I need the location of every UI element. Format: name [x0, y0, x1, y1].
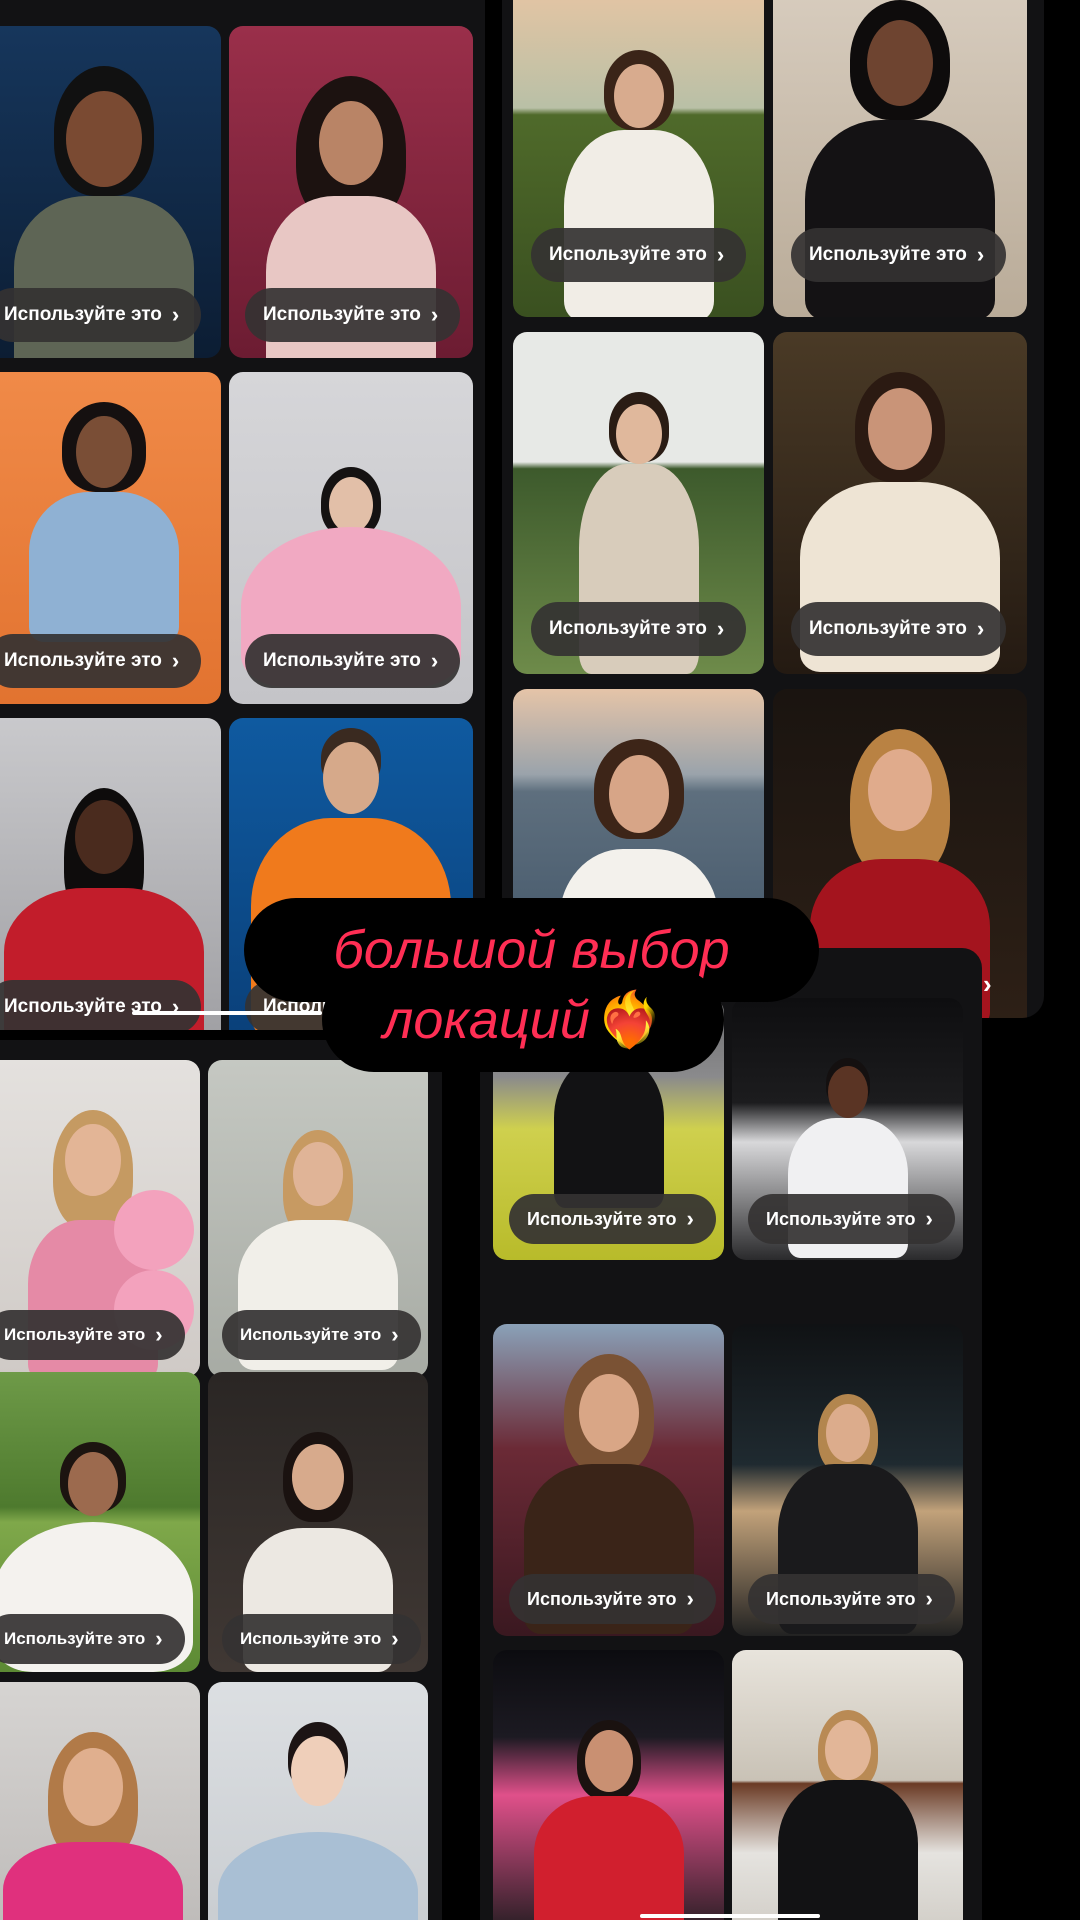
chevron-right-icon: ›: [976, 616, 985, 641]
photo-card-flower-wall[interactable]: [0, 1682, 200, 1920]
photo-card-blue-bow[interactable]: [208, 1682, 428, 1920]
chevron-right-icon: ›: [925, 1206, 933, 1231]
photo-card-black-dress[interactable]: Используйте это ›: [773, 0, 1027, 317]
use-this-button[interactable]: Используйте это ›: [245, 288, 461, 342]
use-this-button[interactable]: Используйте это ›: [509, 1574, 716, 1624]
use-this-button[interactable]: Используйте это ›: [222, 1614, 421, 1664]
photo-card-car-door[interactable]: Используйте это ›: [732, 1324, 963, 1636]
photo-subject: [773, 1710, 923, 1920]
chevron-right-icon: ›: [686, 1206, 694, 1231]
photo-card-trench-coat[interactable]: Используйте это ›: [513, 332, 764, 674]
chevron-right-icon: ›: [171, 302, 180, 327]
use-this-button[interactable]: Используйте это ›: [748, 1194, 955, 1244]
photo-card-cake[interactable]: Используйте это ›: [208, 1372, 428, 1672]
chevron-right-icon: ›: [430, 302, 439, 327]
chevron-right-icon[interactable]: ›: [983, 969, 992, 1000]
chevron-right-icon: ›: [391, 1626, 399, 1651]
use-this-label: Используйте это: [4, 1629, 146, 1648]
photo-card-orange[interactable]: Используйте это ›: [0, 372, 221, 704]
use-this-label: Используйте это: [4, 650, 162, 671]
chevron-right-icon: ›: [686, 1586, 694, 1611]
chevron-right-icon: ›: [155, 1322, 163, 1347]
photo-card-white-car[interactable]: [732, 1650, 963, 1920]
photo-card-pink-suit[interactable]: Используйте это ›: [229, 26, 473, 358]
photo-card-balloons[interactable]: Используйте это ›: [0, 1060, 200, 1377]
chevron-right-icon: ›: [171, 648, 180, 673]
use-this-label: Используйте это: [809, 244, 967, 265]
use-this-label: Используйте это: [809, 618, 967, 639]
photo-subject: [218, 1722, 418, 1920]
chevron-right-icon: ›: [925, 1586, 933, 1611]
panel-bottom-left: Используйте это › Используйте это › Испо…: [0, 1040, 442, 1920]
chevron-right-icon: ›: [391, 1322, 399, 1347]
photo-card-horse-field[interactable]: Используйте это ›: [513, 0, 764, 317]
photo-card-park[interactable]: Используйте это ›: [0, 1372, 200, 1672]
use-this-button[interactable]: Используйте это ›: [531, 602, 747, 656]
use-this-label: Используйте это: [527, 1208, 677, 1229]
photo-card-confetti[interactable]: Используйте это ›: [208, 1060, 428, 1377]
use-this-label: Используйте это: [263, 304, 421, 325]
photo-card-red-dress[interactable]: Используйте это ›: [0, 718, 221, 1030]
use-this-button[interactable]: Используйте это ›: [791, 228, 1007, 282]
panel-top-right: Используйте это › Используйте это › Испо…: [502, 0, 1044, 1018]
scroll-indicator: [132, 1011, 322, 1015]
use-this-button[interactable]: Используйте это ›: [245, 634, 461, 688]
photo-subject: [529, 1720, 689, 1920]
use-this-label: Используйте это: [549, 618, 707, 639]
use-this-button[interactable]: Используйте это ›: [0, 1310, 185, 1360]
caption-text-line-2: локаций: [382, 990, 590, 1050]
use-this-label: Используйте это: [240, 1325, 382, 1344]
use-this-button[interactable]: Используйте это ›: [0, 1614, 185, 1664]
heart-on-fire-icon: ❤️‍🔥: [595, 989, 664, 1050]
use-this-button[interactable]: Используйте это ›: [0, 634, 202, 688]
use-this-button[interactable]: Используйте это ›: [0, 980, 202, 1030]
use-this-label: Используйте это: [549, 244, 707, 265]
photo-card-pink-car-night[interactable]: [493, 1650, 724, 1920]
photo-subject: [3, 1732, 183, 1920]
panel-top-left: Используйте это › Используйте это › Испо…: [0, 0, 485, 1030]
use-this-label: Используйте это: [240, 1629, 382, 1648]
caption-line-2: локаций ❤️‍🔥: [322, 968, 724, 1072]
photo-card-satin-dress[interactable]: Используйте это ›: [773, 332, 1027, 674]
photo-card-rain[interactable]: Используйте это ›: [0, 26, 221, 358]
use-this-button[interactable]: Используйте это ›: [222, 1310, 421, 1360]
use-this-label: Используйте это: [4, 1325, 146, 1344]
photo-card-race-car[interactable]: Используйте это ›: [732, 998, 963, 1260]
chevron-right-icon: ›: [430, 648, 439, 673]
panel-bottom-right: Используйте это › Используйте это › Испо…: [480, 948, 982, 1920]
use-this-label: Используйте это: [4, 304, 162, 325]
use-this-button[interactable]: Используйте это ›: [531, 228, 747, 282]
use-this-button[interactable]: Используйте это ›: [791, 602, 1007, 656]
use-this-label: Используйте это: [527, 1588, 677, 1609]
chevron-right-icon: ›: [716, 616, 725, 641]
chevron-right-icon: ›: [716, 242, 725, 267]
use-this-button[interactable]: Используйте это ›: [748, 1574, 955, 1624]
use-this-label: Используйте это: [766, 1208, 916, 1229]
photo-card-red-car[interactable]: Используйте это ›: [493, 1324, 724, 1636]
use-this-button[interactable]: Используйте это ›: [509, 1194, 716, 1244]
use-this-button[interactable]: Используйте это ›: [0, 288, 202, 342]
use-this-label: Используйте это: [766, 1588, 916, 1609]
use-this-label: Используйте это: [263, 650, 421, 671]
photo-card-pink-dress[interactable]: Используйте это ›: [229, 372, 473, 704]
scroll-indicator: [640, 1914, 820, 1918]
chevron-right-icon: ›: [155, 1626, 163, 1651]
chevron-right-icon: ›: [976, 242, 985, 267]
